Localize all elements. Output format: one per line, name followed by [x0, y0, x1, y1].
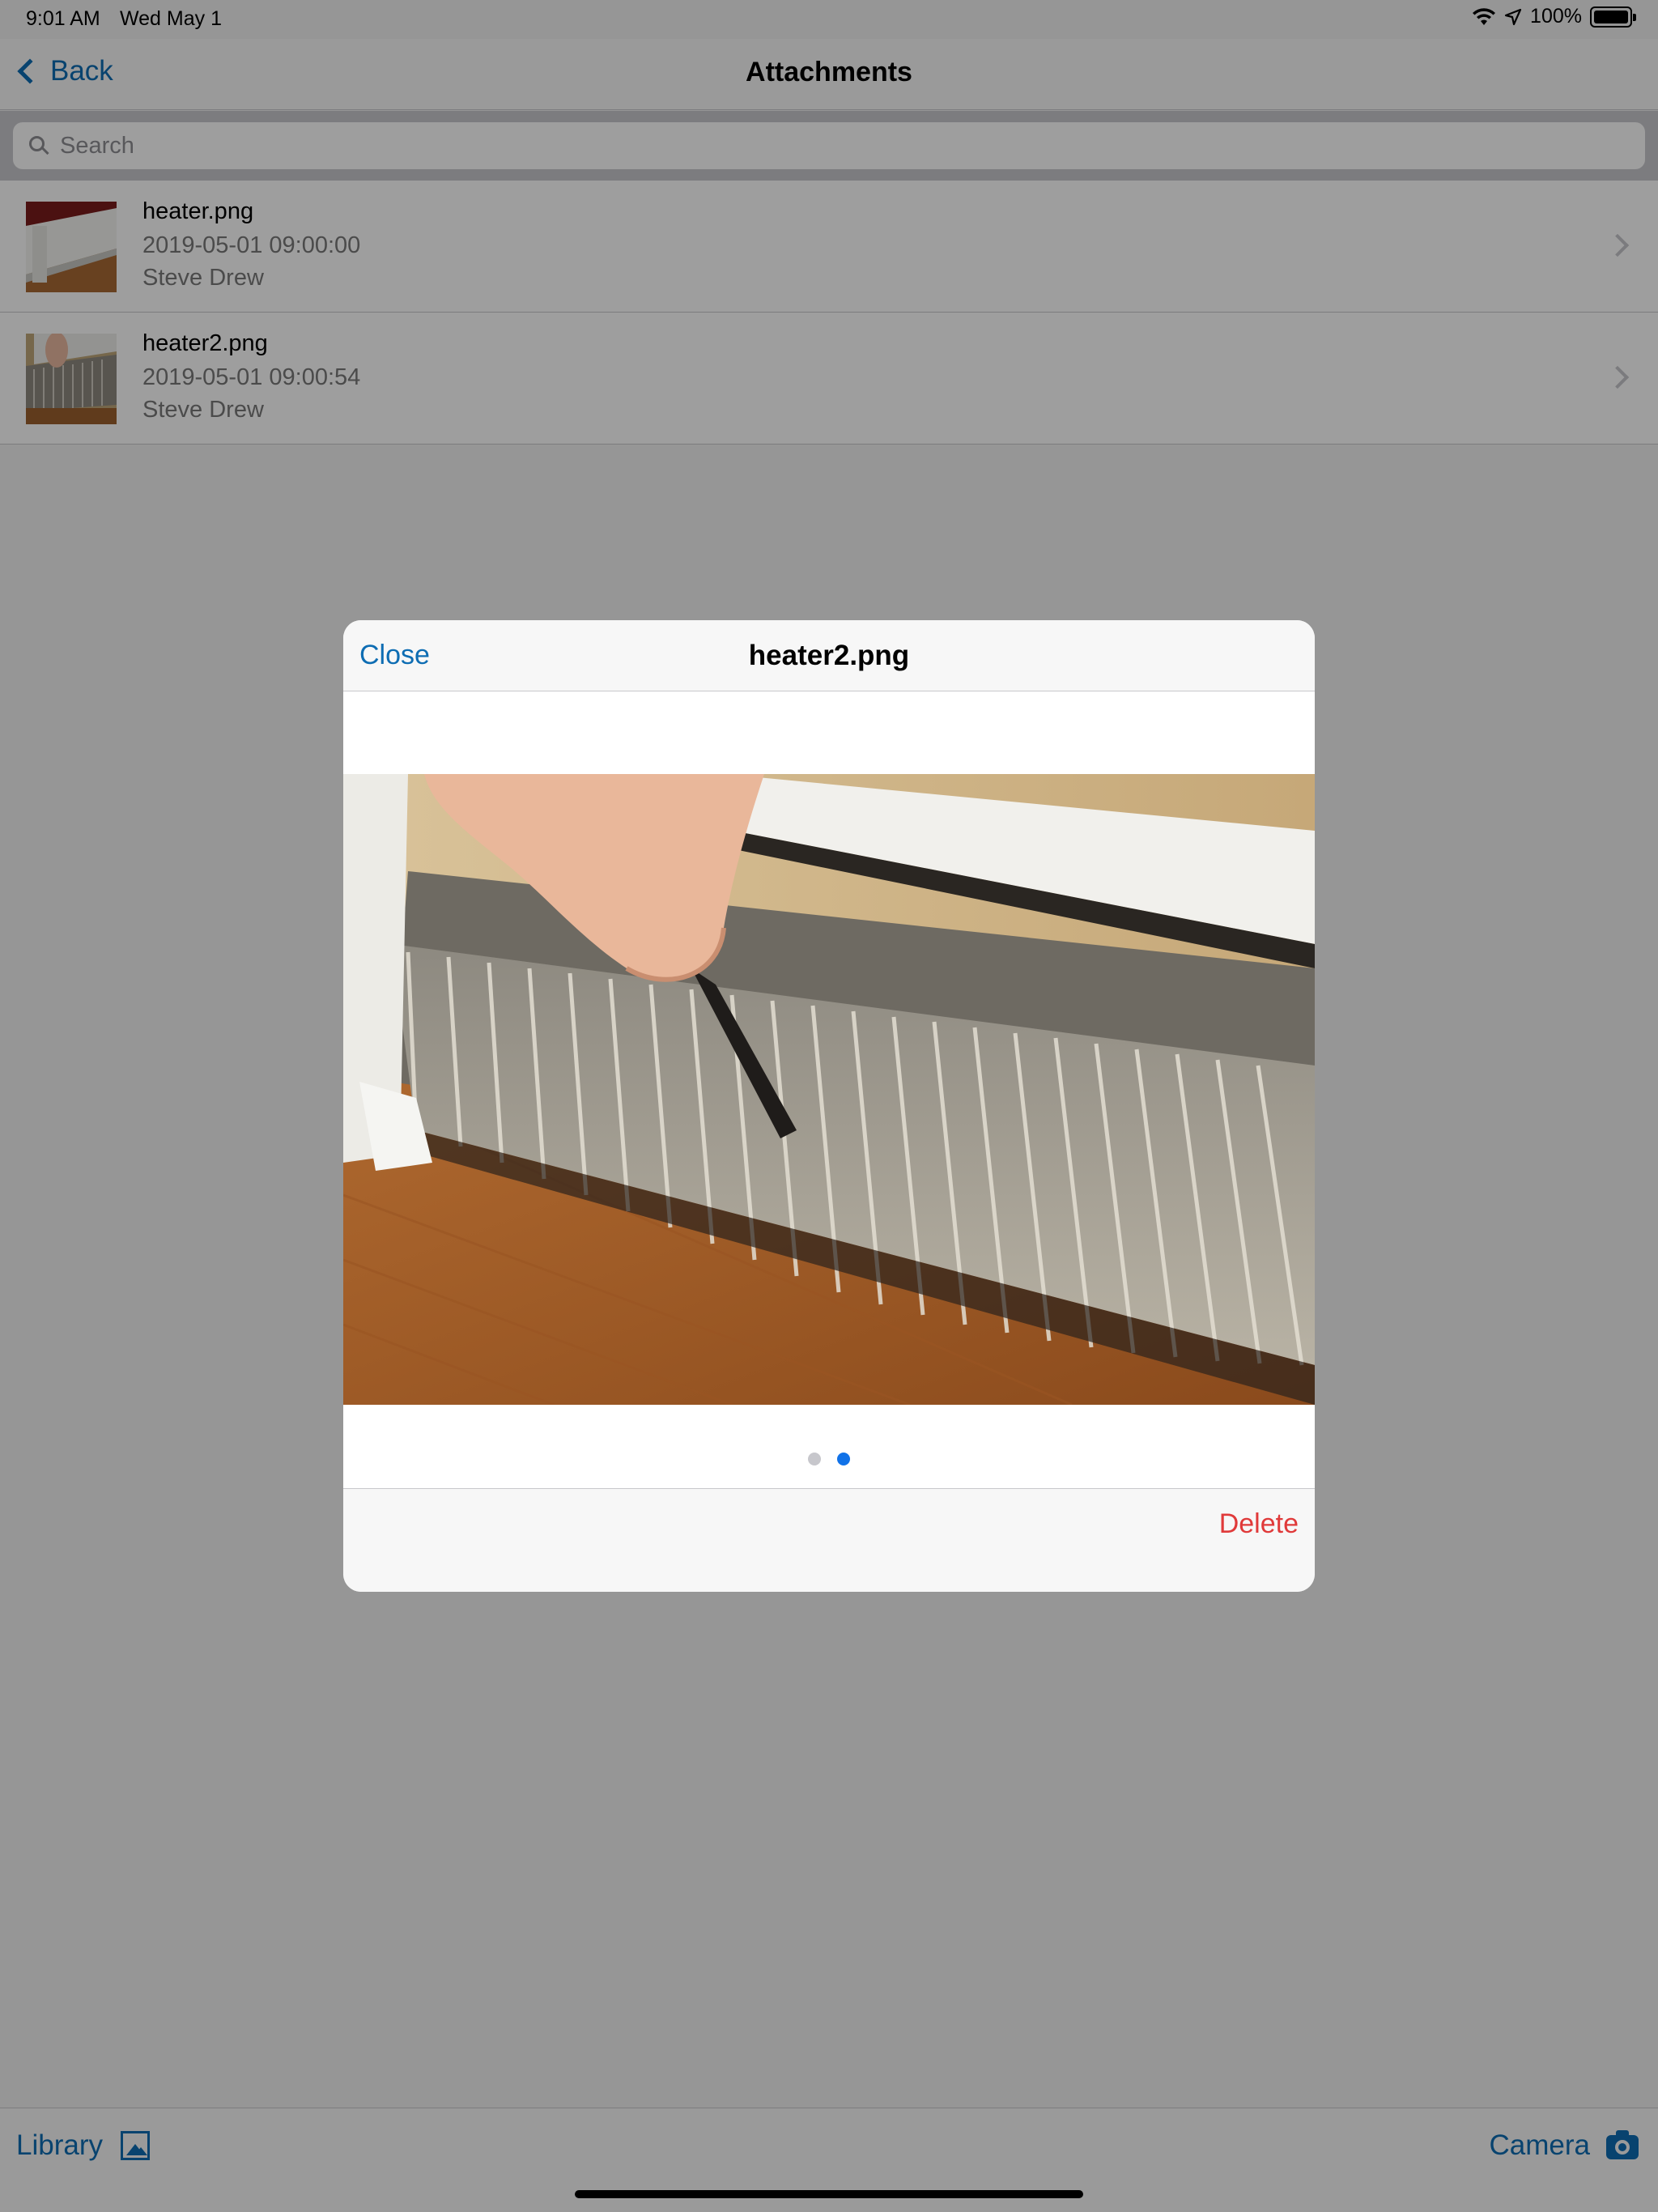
- attachment-image[interactable]: [343, 774, 1315, 1405]
- page-dot-active[interactable]: [837, 1453, 850, 1465]
- attachment-preview-modal: Close heater2.png Delete: [343, 620, 1315, 1592]
- modal-header: Close heater2.png: [343, 620, 1315, 691]
- modal-title: heater2.png: [748, 640, 910, 671]
- home-indicator: [575, 2190, 1083, 2198]
- delete-button[interactable]: Delete: [1219, 1508, 1299, 1540]
- page-dot[interactable]: [808, 1453, 821, 1465]
- modal-footer: Delete: [343, 1488, 1315, 1592]
- page-indicator[interactable]: [343, 1453, 1315, 1465]
